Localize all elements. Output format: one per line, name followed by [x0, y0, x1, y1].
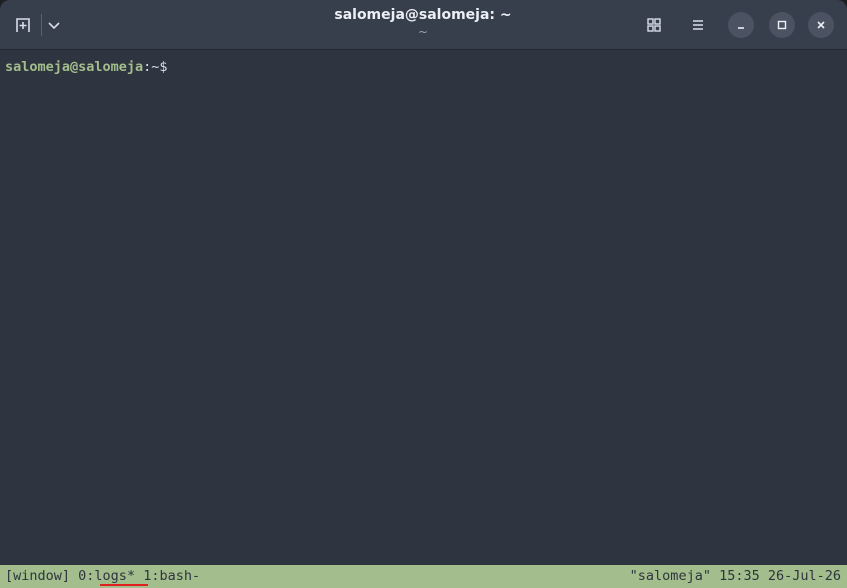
tmux-session-label: [window]: [5, 568, 71, 584]
hamburger-menu-icon[interactable]: [684, 11, 712, 39]
terminal-window: salomeja@salomeja: ~ ~ salomeja@salomeja…: [0, 0, 847, 588]
titlebar: salomeja@salomeja: ~ ~: [0, 0, 847, 50]
new-tab-icon[interactable]: [12, 14, 34, 36]
window-title-block: salomeja@salomeja: ~ ~: [223, 6, 623, 40]
grid-icon[interactable]: [640, 11, 668, 39]
maximize-icon[interactable]: [769, 12, 795, 38]
chevron-down-icon[interactable]: [44, 14, 64, 36]
prompt-path: :~$: [143, 59, 168, 75]
window-subtitle: ~: [417, 25, 429, 39]
tmux-status-right: "salomeja" 15:35 26-Jul-26: [629, 568, 841, 584]
annotation-underline: [100, 584, 148, 586]
tmux-window-1[interactable]: 1:bash-: [143, 568, 200, 584]
shell-prompt: salomeja@salomeja:~$: [5, 58, 168, 76]
prompt-user-host: salomeja@salomeja: [5, 59, 144, 75]
close-icon[interactable]: [808, 12, 834, 38]
minimize-icon[interactable]: [728, 12, 754, 38]
terminal-area[interactable]: salomeja@salomeja:~$: [0, 50, 847, 565]
window-title: salomeja@salomeja: ~: [334, 7, 512, 23]
titlebar-separator: [41, 14, 42, 36]
